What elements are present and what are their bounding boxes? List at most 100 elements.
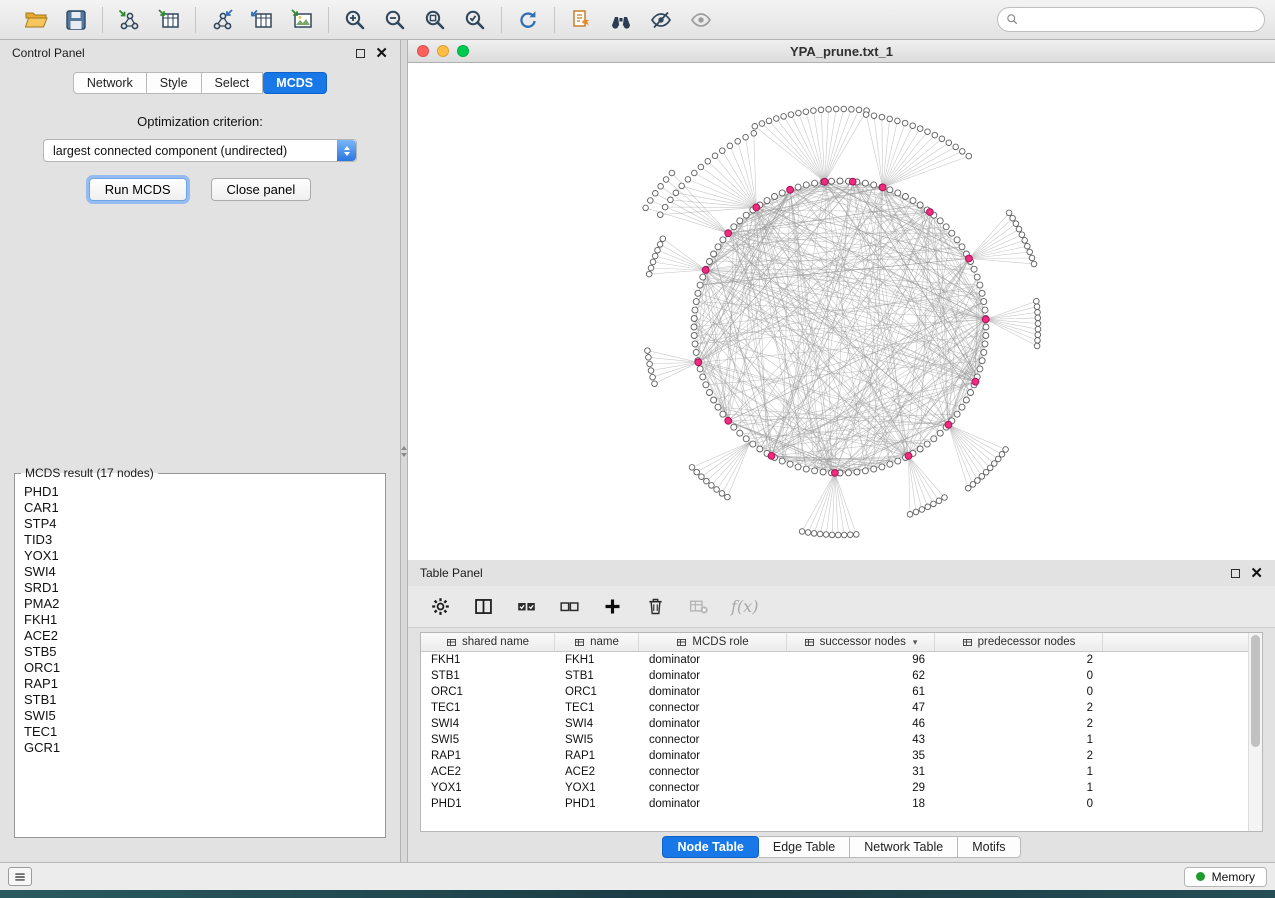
- result-node[interactable]: GCR1: [24, 740, 385, 756]
- folder-open-button[interactable]: [20, 4, 52, 36]
- close-panel-button[interactable]: Close panel: [211, 178, 312, 201]
- check-all-button[interactable]: [512, 593, 540, 621]
- function-builder-button[interactable]: f(x): [731, 597, 758, 616]
- table-scrollbar-thumb[interactable]: [1251, 635, 1260, 747]
- tab-motifs[interactable]: Motifs: [958, 836, 1020, 858]
- binoculars-button[interactable]: [605, 4, 637, 36]
- network-canvas[interactable]: [408, 63, 1275, 560]
- gear-button[interactable]: [426, 593, 454, 621]
- result-node[interactable]: SWI5: [24, 708, 385, 724]
- eye-button[interactable]: [685, 4, 717, 36]
- control-panel-tabs: NetworkStyleSelectMCDS: [0, 72, 400, 94]
- close-table-panel-icon[interactable]: ✕: [1250, 566, 1263, 581]
- export-network-button[interactable]: [206, 4, 238, 36]
- main-toolbar-groups: [10, 4, 727, 36]
- export-table-button[interactable]: [246, 4, 278, 36]
- maximize-window-icon[interactable]: [457, 45, 469, 57]
- result-node[interactable]: PMA2: [24, 596, 385, 612]
- cell-predecessor_nodes: 1: [935, 766, 1103, 778]
- result-node[interactable]: ORC1: [24, 660, 385, 676]
- optimization-criterion-dropdown[interactable]: largest connected component (undirected): [43, 139, 357, 162]
- table-row[interactable]: STB1STB1dominator620: [421, 668, 1248, 684]
- tab-node-table[interactable]: Node Table: [662, 836, 758, 858]
- run-mcds-button[interactable]: Run MCDS: [89, 178, 187, 201]
- node-table-header: shared namenameMCDS rolesuccessor nodes▾…: [421, 633, 1248, 652]
- import-network-button[interactable]: [113, 4, 145, 36]
- cell-name: TEC1: [555, 702, 639, 714]
- control-panel-title: Control Panel: [12, 46, 85, 60]
- table-row[interactable]: FKH1FKH1dominator962: [421, 652, 1248, 668]
- cell-name: STB1: [555, 670, 639, 682]
- columns-button[interactable]: [469, 593, 497, 621]
- clone-network-button[interactable]: [565, 4, 597, 36]
- save-button[interactable]: [60, 4, 92, 36]
- import-table-button[interactable]: [153, 4, 185, 36]
- column-header-predecessor-nodes[interactable]: predecessor nodes: [935, 633, 1103, 651]
- result-node[interactable]: SRD1: [24, 580, 385, 596]
- add-button[interactable]: [598, 593, 626, 621]
- zoom-selected-button[interactable]: [459, 4, 491, 36]
- result-node[interactable]: TEC1: [24, 724, 385, 740]
- result-node[interactable]: CAR1: [24, 500, 385, 516]
- result-node[interactable]: TID3: [24, 532, 385, 548]
- export-image-button[interactable]: [286, 4, 318, 36]
- tab-edge-table[interactable]: Edge Table: [759, 836, 850, 858]
- search-input[interactable]: [997, 7, 1265, 32]
- column-header-successor-nodes[interactable]: successor nodes▾: [787, 633, 935, 651]
- minimize-window-icon[interactable]: [437, 45, 449, 57]
- status-bar: Memory: [0, 862, 1275, 890]
- table-row[interactable]: RAP1RAP1dominator352: [421, 748, 1248, 764]
- refresh-button[interactable]: [512, 4, 544, 36]
- table-row[interactable]: SWI5SWI5connector431: [421, 732, 1248, 748]
- refresh-icon: [516, 8, 540, 32]
- eye-slash-icon: [649, 8, 673, 32]
- mini-table-icon: [446, 637, 457, 648]
- desktop-wallpaper-strip: [0, 890, 1275, 898]
- result-node[interactable]: SWI4: [24, 564, 385, 580]
- tab-network-table[interactable]: Network Table: [850, 836, 958, 858]
- result-node[interactable]: STB1: [24, 692, 385, 708]
- trash-button[interactable]: [641, 593, 669, 621]
- cell-predecessor_nodes: 2: [935, 702, 1103, 714]
- result-node[interactable]: RAP1: [24, 676, 385, 692]
- cell-name: ORC1: [555, 686, 639, 698]
- close-panel-icon[interactable]: ✕: [375, 46, 388, 61]
- result-node[interactable]: FKH1: [24, 612, 385, 628]
- tab-mcds[interactable]: MCDS: [263, 72, 327, 94]
- result-node[interactable]: STP4: [24, 516, 385, 532]
- column-header-name[interactable]: name: [555, 633, 639, 651]
- float-table-panel-icon[interactable]: [1231, 569, 1240, 578]
- result-node[interactable]: STB5: [24, 644, 385, 660]
- table-row[interactable]: SWI4SWI4dominator462: [421, 716, 1248, 732]
- zoom-out-button[interactable]: [379, 4, 411, 36]
- uncheck-all-button[interactable]: [555, 593, 583, 621]
- table-row[interactable]: ORC1ORC1dominator610: [421, 684, 1248, 700]
- network-graph[interactable]: [408, 63, 1275, 560]
- control-panel-window-buttons: ✕: [356, 46, 388, 61]
- result-node[interactable]: ACE2: [24, 628, 385, 644]
- eye-slash-button[interactable]: [645, 4, 677, 36]
- table-row[interactable]: ACE2ACE2connector311: [421, 764, 1248, 780]
- zoom-fit-button[interactable]: [419, 4, 451, 36]
- memory-button[interactable]: Memory: [1184, 867, 1267, 887]
- column-header-MCDS-role[interactable]: MCDS role: [639, 633, 787, 651]
- table-row[interactable]: YOX1YOX1connector291: [421, 780, 1248, 796]
- import-disabled-button[interactable]: [684, 593, 712, 621]
- cell-name: RAP1: [555, 750, 639, 762]
- tab-network[interactable]: Network: [73, 72, 147, 94]
- panel-menu-button[interactable]: [8, 867, 32, 886]
- table-scrollbar[interactable]: [1248, 633, 1262, 831]
- column-header-shared-name[interactable]: shared name: [421, 633, 555, 651]
- tab-select[interactable]: Select: [202, 72, 264, 94]
- result-node[interactable]: PHD1: [24, 484, 385, 500]
- panel-splitter[interactable]: [400, 40, 408, 862]
- zoom-in-button[interactable]: [339, 4, 371, 36]
- result-node[interactable]: YOX1: [24, 548, 385, 564]
- float-panel-icon[interactable]: [356, 49, 365, 58]
- table-row[interactable]: TEC1TEC1connector472: [421, 700, 1248, 716]
- table-row[interactable]: PHD1PHD1dominator180: [421, 796, 1248, 812]
- close-window-icon[interactable]: [417, 45, 429, 57]
- tab-style[interactable]: Style: [147, 72, 202, 94]
- table-toolbar-icons: [426, 593, 712, 621]
- table-panel-tabs: Node TableEdge TableNetwork TableMotifs: [408, 832, 1275, 862]
